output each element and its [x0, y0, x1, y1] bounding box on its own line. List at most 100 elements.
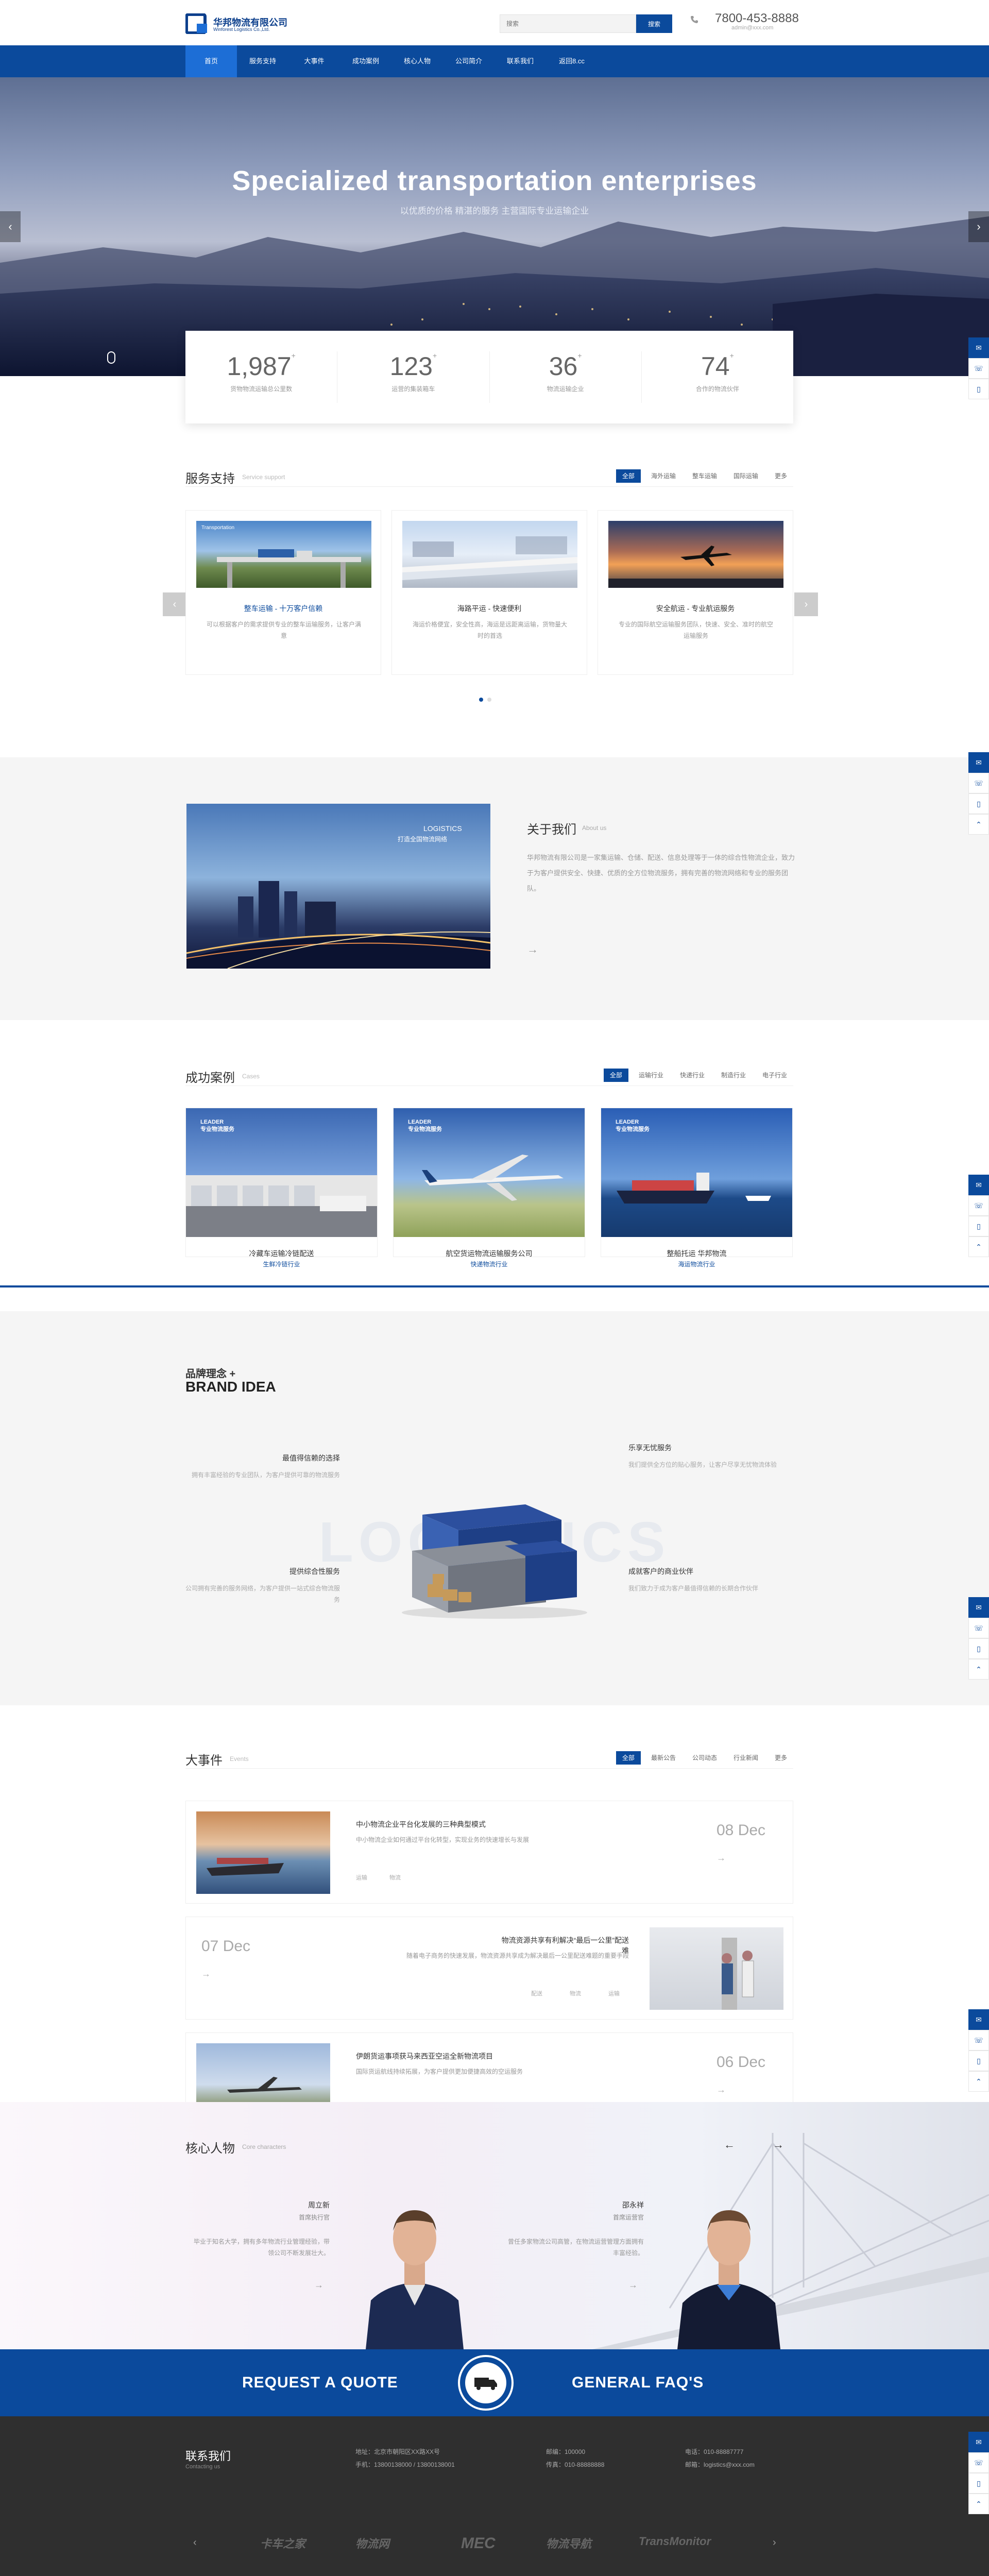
- hero-prev-button[interactable]: ‹: [0, 211, 21, 242]
- tab[interactable]: 快递行业: [674, 1069, 711, 1082]
- mobile-icon[interactable]: ▯: [968, 379, 989, 399]
- request-quote-link[interactable]: REQUEST A QUOTE: [242, 2374, 398, 2392]
- case-sub: 快递物流行业: [470, 1261, 508, 1268]
- case-card[interactable]: LEADER 专业物流服务 整船托运 华邦物流 海运物流行业: [601, 1108, 793, 1268]
- nav-item[interactable]: 成功案例: [340, 45, 391, 77]
- back-to-top-icon[interactable]: ⌃: [968, 2071, 989, 2092]
- float-toolbar: ✉ ☏ ▯ ⌃: [968, 1597, 989, 1680]
- mobile-icon[interactable]: ▯: [968, 1638, 989, 1659]
- pagination-dot[interactable]: [479, 698, 483, 702]
- tab[interactable]: 更多: [769, 1751, 793, 1765]
- chat-icon[interactable]: ✉: [968, 2009, 989, 2030]
- back-to-top-icon[interactable]: ⌃: [968, 1659, 989, 1680]
- qq-icon[interactable]: ☏: [968, 773, 989, 793]
- chat-icon[interactable]: ✉: [968, 2432, 989, 2452]
- tab[interactable]: 全部: [603, 1069, 628, 1082]
- footer-post: 邮编：100000: [546, 2448, 586, 2455]
- chat-icon[interactable]: ✉: [968, 752, 989, 773]
- event-arrow-icon[interactable]: →: [717, 2084, 726, 2095]
- service-card[interactable]: 安全航运 - 专业航运服务 专业的国际航空运输服务团队，快速、安全、准时的航空运…: [598, 510, 793, 675]
- partner-logo[interactable]: MEC: [461, 2535, 496, 2552]
- nav-item[interactable]: 公司简介: [443, 45, 494, 77]
- event-arrow-icon[interactable]: →: [201, 1969, 211, 1979]
- back-to-top-icon[interactable]: ⌃: [968, 1236, 989, 1257]
- chat-icon[interactable]: ✉: [968, 1175, 989, 1195]
- scroll-mouse-icon[interactable]: [107, 351, 115, 364]
- float-toolbar: ✉ ☏ ▯ ⌃: [968, 752, 989, 835]
- event-tag[interactable]: 配送: [531, 1989, 542, 1997]
- tab[interactable]: 电子行业: [756, 1069, 793, 1082]
- brand-item: 最值得信赖的选择 拥有丰富经验的专业团队，为客户提供可靠的物流服务: [191, 1454, 340, 1479]
- person-arrow-icon[interactable]: →: [314, 2280, 323, 2291]
- nav-item[interactable]: 服务支持: [237, 45, 288, 77]
- search-button[interactable]: 搜索: [636, 14, 672, 33]
- partner-logo[interactable]: 卡车之家: [260, 2535, 305, 2551]
- event-tag[interactable]: 物流: [389, 1873, 401, 1882]
- qq-icon[interactable]: ☏: [968, 1618, 989, 1638]
- event-tag[interactable]: 运输: [608, 1989, 620, 1997]
- tab[interactable]: 整车运输: [686, 469, 723, 483]
- tab[interactable]: 行业新闻: [727, 1751, 764, 1765]
- tab[interactable]: 海外运输: [645, 469, 682, 483]
- mobile-icon[interactable]: ▯: [968, 2473, 989, 2494]
- event-title: 伊朗货运事项获马来西亚空运全新物流项目: [356, 2052, 493, 2060]
- case-card[interactable]: LEADER 专业物流服务 航空货运物流运输服务公司 快递物流行业: [393, 1108, 585, 1268]
- qq-icon[interactable]: ☏: [968, 2030, 989, 2050]
- mobile-icon[interactable]: ▯: [968, 2050, 989, 2071]
- people-prev-arrow-icon[interactable]: ←: [724, 2138, 735, 2151]
- logo[interactable]: 华邦物流有限公司 Winforest Logistics Co.,Ltd.: [185, 12, 319, 35]
- event-item[interactable]: 中小物流企业平台化发展的三种典型模式 中小物流企业如何通过平台化转型，实现业务的…: [185, 1801, 793, 1904]
- about-more-arrow-icon[interactable]: →: [527, 943, 538, 956]
- tab[interactable]: 制造行业: [715, 1069, 752, 1082]
- person-arrow-icon[interactable]: →: [628, 2280, 638, 2291]
- mobile-icon[interactable]: ▯: [968, 1216, 989, 1236]
- partner-logo[interactable]: 物流导航: [546, 2535, 591, 2551]
- service-next-button[interactable]: ›: [794, 592, 818, 616]
- tab[interactable]: 最新公告: [645, 1751, 682, 1765]
- service-card[interactable]: Transportation 整车运输 - 十万客户信赖 可以根据客户的需求提供…: [185, 510, 381, 675]
- event-tag[interactable]: 运输: [356, 1873, 367, 1882]
- nav-item[interactable]: 联系我们: [494, 45, 546, 77]
- event-item[interactable]: 07 Dec → 物流资源共享有利解决“最后一公里”配送难 随着电子商务的快速发…: [185, 1917, 793, 2020]
- event-arrow-icon[interactable]: →: [717, 1853, 726, 1863]
- about-image-caption: LOGISTICS: [423, 824, 462, 833]
- nav-item[interactable]: 首页: [185, 45, 237, 77]
- tab[interactable]: 国际运输: [727, 469, 764, 483]
- qq-icon[interactable]: ☏: [968, 2452, 989, 2473]
- search-input[interactable]: [500, 14, 636, 33]
- nav-item[interactable]: 大事件: [288, 45, 340, 77]
- people-next-arrow-icon[interactable]: →: [773, 2138, 784, 2151]
- faq-link[interactable]: GENERAL FAQ'S: [572, 2374, 704, 2392]
- partner-logo[interactable]: TransMonitor: [639, 2535, 711, 2548]
- tab[interactable]: 全部: [616, 469, 641, 483]
- case-sub: 海运物流行业: [678, 1261, 715, 1268]
- case-card[interactable]: LEADER 专业物流服务 冷藏车运输冷链配送 生鲜冷链行业: [185, 1108, 378, 1268]
- site-footer: 联系我们 Contacting us 地址：北京市朝阳区XX路XX号 手机：13…: [0, 2416, 989, 2576]
- nav-item[interactable]: 返回8.cc: [546, 45, 598, 77]
- brand-en: BRAND IDEA: [185, 1379, 276, 1395]
- float-toolbar: ✉ ☏ ▯ ⌃: [968, 2432, 989, 2514]
- mobile-icon[interactable]: ▯: [968, 793, 989, 814]
- pagination-dot[interactable]: [487, 698, 491, 702]
- partner-prev-icon[interactable]: ‹: [193, 2537, 197, 2549]
- tab[interactable]: 运输行业: [633, 1069, 670, 1082]
- quote-bar: REQUEST A QUOTE GENERAL FAQ'S: [0, 2349, 989, 2416]
- service-prev-button[interactable]: ‹: [163, 592, 186, 616]
- tab[interactable]: 全部: [616, 1751, 641, 1765]
- chat-icon[interactable]: ✉: [968, 1597, 989, 1618]
- people-title: 核心人物: [185, 2142, 235, 2156]
- back-to-top-icon[interactable]: ⌃: [968, 814, 989, 835]
- chat-icon[interactable]: ✉: [968, 337, 989, 358]
- partner-next-icon[interactable]: ›: [773, 2537, 776, 2549]
- qq-icon[interactable]: ☏: [968, 358, 989, 379]
- events-tabs: 全部 最新公告 公司动态 行业新闻 更多: [616, 1751, 793, 1765]
- partner-logo[interactable]: 物流网: [355, 2535, 389, 2551]
- qq-icon[interactable]: ☏: [968, 1195, 989, 1216]
- tab[interactable]: 更多: [769, 469, 793, 483]
- hero-next-button[interactable]: ›: [968, 211, 989, 242]
- nav-item[interactable]: 核心人物: [391, 45, 443, 77]
- event-tag[interactable]: 物流: [570, 1989, 581, 1997]
- back-to-top-icon[interactable]: ⌃: [968, 2494, 989, 2514]
- tab[interactable]: 公司动态: [686, 1751, 723, 1765]
- service-card[interactable]: 海路平运 - 快速便利 海运价格便宜，安全性高，海运是远距离运输，货物量大时的首…: [391, 510, 587, 675]
